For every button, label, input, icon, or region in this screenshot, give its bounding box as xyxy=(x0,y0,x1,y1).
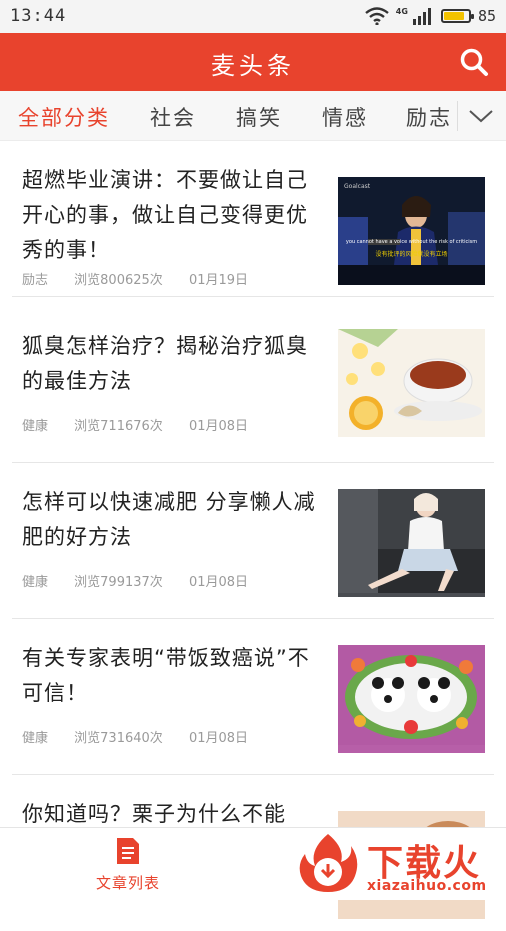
app-header: 麦头条 xyxy=(0,33,506,91)
article-title: 超燃毕业演讲：不要做让自己开心的事，做让自己变得更优秀的事！ xyxy=(22,168,308,262)
flame-logo-icon xyxy=(299,834,358,892)
more-categories-button[interactable] xyxy=(466,101,496,131)
article-views: 浏览711676次 xyxy=(74,419,163,434)
article-item[interactable]: 怎样可以快速减肥 分享懒人减肥的好方法 健康 浏览799137次 01月08日 xyxy=(0,463,506,619)
article-title: 狐臭怎样治疗？揭秘治疗狐臭的最佳方法 xyxy=(22,334,308,393)
article-title: 怎样可以快速减肥 分享懒人减肥的好方法 xyxy=(22,490,316,549)
bottom-nav: 文章列表 下载火 xiazaihuo.com xyxy=(0,827,506,900)
tab-inspiration[interactable]: 励志 xyxy=(406,102,452,132)
article-date: 01月08日 xyxy=(188,575,249,590)
nav-article-list[interactable]: 文章列表 xyxy=(88,836,168,893)
divider xyxy=(12,296,494,297)
category-tabs: 全部分类 社会 搞笑 情感 励志 xyxy=(0,91,506,141)
app-title: 麦头条 xyxy=(211,52,295,80)
article-views: 浏览799137次 xyxy=(74,575,163,590)
battery-percent: 85 xyxy=(477,7,496,25)
nav-article-list-label: 文章列表 xyxy=(95,874,160,892)
article-date: 01月08日 xyxy=(188,419,249,434)
article-item[interactable]: 有关专家表明“带饭致癌说”不可信！ 健康 浏览731640次 01月08日 xyxy=(0,619,506,775)
article-thumbnail xyxy=(338,645,485,753)
network-type-label: 4G xyxy=(395,6,408,16)
article-category: 健康 xyxy=(22,419,49,434)
article-date: 01月19日 xyxy=(188,273,249,288)
article-thumbnail: Goalcast you cannot have a voice without… xyxy=(338,177,485,285)
search-button[interactable] xyxy=(454,42,494,82)
status-bar: 13:44 4G 85 xyxy=(0,0,506,33)
article-category: 健康 xyxy=(22,731,49,746)
battery-icon xyxy=(440,9,474,23)
signal-icon xyxy=(412,7,434,25)
article-thumbnail xyxy=(338,329,485,437)
article-category: 健康 xyxy=(22,575,49,590)
article-meta: 励志 浏览800625次 01月19日 xyxy=(22,269,270,288)
article-title: 有关专家表明“带饭致癌说”不可信！ xyxy=(22,646,310,705)
tab-emotion[interactable]: 情感 xyxy=(322,102,368,132)
search-icon xyxy=(460,48,488,76)
article-item[interactable]: 超燃毕业演讲：不要做让自己开心的事，做让自己变得更优秀的事！ 励志 浏览8006… xyxy=(0,141,506,297)
watermark-url: xiazaihuo.com xyxy=(367,878,487,894)
battery-fill xyxy=(443,12,465,20)
tab-society[interactable]: 社会 xyxy=(150,102,196,132)
thumbnail-caption-en: you cannot have a voice without the risk… xyxy=(345,239,478,245)
article-meta: 健康 浏览711676次 01月08日 xyxy=(22,415,270,434)
article-views: 浏览731640次 xyxy=(74,731,163,746)
document-icon xyxy=(117,838,139,864)
tab-funny[interactable]: 搞笑 xyxy=(236,102,282,132)
status-icons: 4G 85 xyxy=(365,5,496,27)
watermark: 下载火 xiazaihuo.com xyxy=(295,830,500,898)
article-thumbnail xyxy=(338,489,485,597)
category-tabs-scroll[interactable]: 全部分类 社会 搞笑 情感 励志 xyxy=(0,91,456,140)
article-meta: 健康 浏览799137次 01月08日 xyxy=(22,571,270,590)
article-date: 01月08日 xyxy=(188,731,249,746)
article-category: 励志 xyxy=(22,273,49,288)
thumbnail-logo: Goalcast xyxy=(344,183,371,190)
article-views: 浏览800625次 xyxy=(74,273,163,288)
chevron-down-icon xyxy=(469,110,493,123)
tab-all-categories[interactable]: 全部分类 xyxy=(18,102,110,132)
article-item[interactable]: 狐臭怎样治疗？揭秘治疗狐臭的最佳方法 健康 浏览711676次 01月08日 xyxy=(0,307,506,463)
wifi-icon xyxy=(365,7,389,25)
status-time: 13:44 xyxy=(10,6,67,26)
tabs-divider xyxy=(457,101,458,131)
thumbnail-caption-cn: 没有批评的风险就没有立场 xyxy=(375,251,448,258)
article-meta: 健康 浏览731640次 01月08日 xyxy=(22,727,270,746)
